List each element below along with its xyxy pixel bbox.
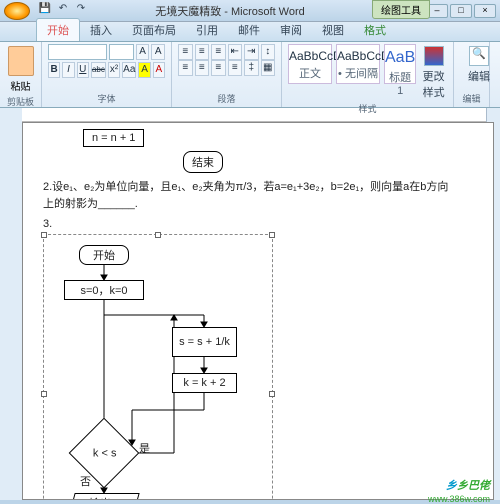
resize-handle[interactable]: [269, 232, 275, 238]
indent-dec-icon[interactable]: ⇤: [228, 44, 243, 60]
tab-format[interactable]: 格式: [354, 19, 396, 41]
flow-no-label: 否: [80, 473, 91, 489]
find-icon: 🔍: [469, 46, 489, 66]
group-font: 字体: [48, 92, 165, 105]
flow-yes-label: 是: [139, 440, 150, 456]
watermark-url: www.386w.com: [428, 494, 490, 504]
tab-view[interactable]: 视图: [312, 19, 354, 41]
superscript-button[interactable]: x²: [108, 62, 120, 78]
tab-mail[interactable]: 邮件: [228, 19, 270, 41]
grow-font-icon[interactable]: A: [136, 44, 150, 60]
flow-init[interactable]: s=0，k=0: [64, 280, 144, 300]
office-button[interactable]: [4, 2, 30, 20]
bullets-icon[interactable]: ≡: [178, 44, 193, 60]
flow-box-prev: n = n + 1: [83, 129, 144, 147]
tab-layout[interactable]: 页面布局: [122, 19, 186, 41]
italic-button[interactable]: I: [62, 62, 74, 78]
font-name-select[interactable]: [48, 44, 107, 60]
style-heading1[interactable]: AaB标题 1: [384, 44, 416, 84]
context-tab-label: 绘图工具: [372, 0, 430, 19]
indent-inc-icon[interactable]: ⇥: [244, 44, 259, 60]
flow-inc[interactable]: k = k + 2: [172, 373, 237, 393]
left-margin: [0, 108, 22, 500]
font-size-select[interactable]: [109, 44, 134, 60]
window-title: 无境天魔精致 - Microsoft Word: [36, 3, 424, 19]
find-button[interactable]: 🔍编辑: [460, 44, 498, 84]
resize-handle[interactable]: [41, 391, 47, 397]
maximize-button[interactable]: □: [450, 4, 472, 18]
underline-button[interactable]: U: [77, 62, 89, 78]
paste-icon[interactable]: [8, 46, 34, 76]
paste-button[interactable]: 粘贴: [6, 78, 35, 93]
question-2-text: 2.设e₁、e₂为单位向量，且e₁、e₂夹角为π/3，若a=e₁+3e₂，b=2…: [43, 179, 473, 212]
save-icon[interactable]: 💾: [38, 3, 52, 17]
case-button[interactable]: Aa: [122, 62, 136, 78]
tab-home[interactable]: 开始: [36, 18, 80, 41]
drawing-canvas[interactable]: 开始 s=0，k=0 s = s + 1/k k = k + 2 k < s 是…: [43, 234, 273, 500]
style-nospacing[interactable]: AaBbCcD• 无间隔: [336, 44, 380, 84]
change-styles-button[interactable]: 更改样式: [420, 44, 447, 100]
align-right-icon[interactable]: ≡: [211, 60, 226, 76]
flow-calc[interactable]: s = s + 1/k: [172, 327, 237, 357]
highlight-button[interactable]: A: [138, 62, 150, 78]
group-clipboard: 剪贴板: [6, 95, 35, 108]
resize-handle[interactable]: [41, 232, 47, 238]
numbering-icon[interactable]: ≡: [195, 44, 210, 60]
shading-icon[interactable]: ▦: [261, 60, 276, 76]
bold-button[interactable]: B: [48, 62, 60, 78]
question-3-label: 3.: [43, 218, 473, 230]
watermark-logo: 乡乡巴佬: [446, 473, 490, 494]
tab-review[interactable]: 审阅: [270, 19, 312, 41]
redo-icon[interactable]: ↷: [74, 3, 88, 17]
group-para: 段落: [178, 92, 275, 105]
change-styles-icon: [424, 46, 444, 66]
multilevel-icon[interactable]: ≡: [211, 44, 226, 60]
align-left-icon[interactable]: ≡: [178, 60, 193, 76]
tab-refs[interactable]: 引用: [186, 19, 228, 41]
flow-output[interactable]: 输出 s: [69, 493, 139, 500]
strike-button[interactable]: abc: [91, 62, 106, 78]
undo-icon[interactable]: ↶: [56, 3, 70, 17]
sort-icon[interactable]: ↕: [261, 44, 276, 60]
tab-insert[interactable]: 插入: [80, 19, 122, 41]
document-area[interactable]: n = n + 1 结束 2.设e₁、e₂为单位向量，且e₁、e₂夹角为π/3，…: [22, 122, 494, 500]
align-center-icon[interactable]: ≡: [195, 60, 210, 76]
group-styles: 样式: [288, 102, 447, 115]
shrink-font-icon[interactable]: A: [151, 44, 165, 60]
resize-handle[interactable]: [155, 232, 161, 238]
font-color-button[interactable]: A: [153, 62, 165, 78]
group-editing: 编辑: [460, 92, 483, 105]
resize-handle[interactable]: [269, 391, 275, 397]
style-normal[interactable]: AaBbCcD正文: [288, 44, 332, 84]
justify-icon[interactable]: ≡: [228, 60, 243, 76]
spacing-icon[interactable]: ‡: [244, 60, 259, 76]
flow-end-prev: 结束: [183, 151, 223, 173]
close-button[interactable]: ×: [474, 4, 496, 18]
flow-start[interactable]: 开始: [79, 245, 129, 265]
